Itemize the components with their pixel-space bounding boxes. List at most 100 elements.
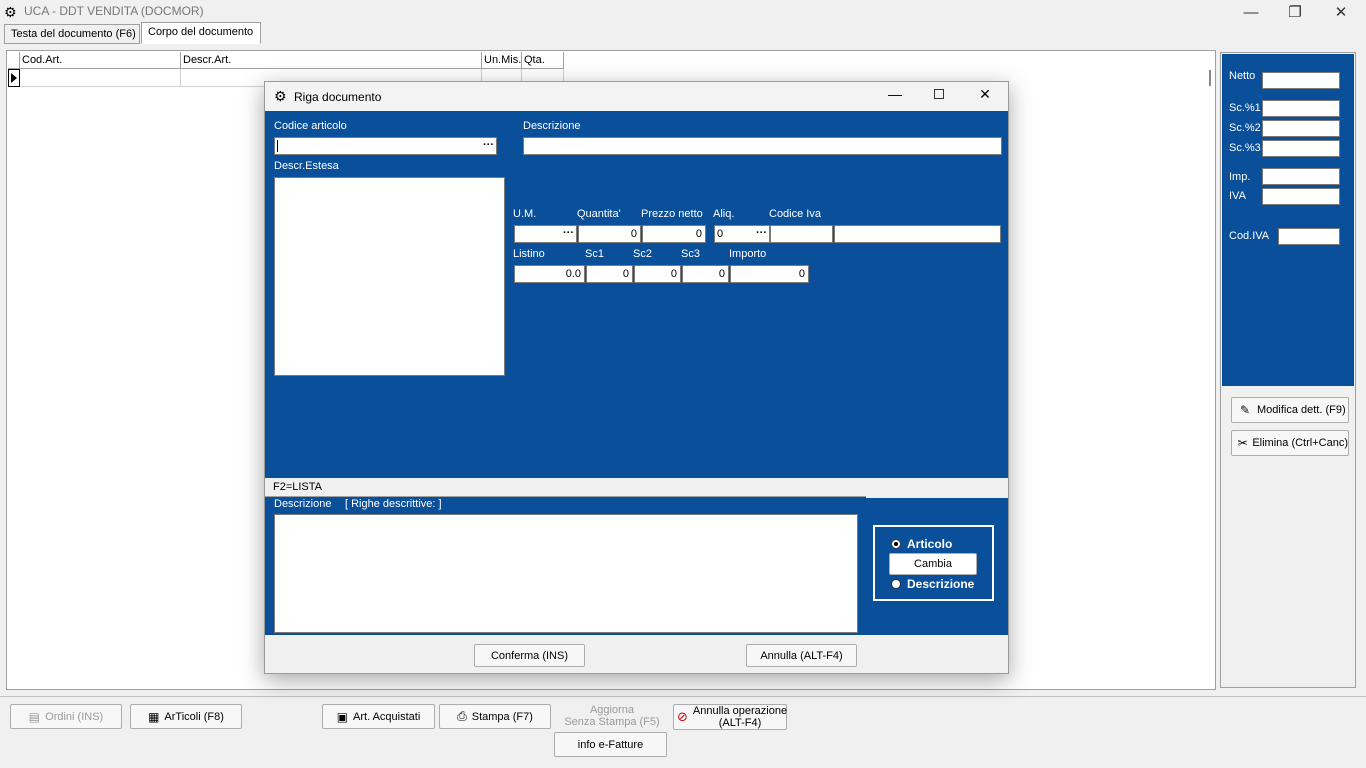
importo-label: Importo	[729, 248, 767, 260]
articles-icon: ▦	[148, 709, 160, 724]
printer-icon: ⎙	[457, 709, 467, 723]
modifica-dett-label: Modifica dett. (F9)	[1257, 404, 1346, 416]
minimize-button[interactable]: —	[1228, 0, 1274, 24]
grid-scrollbar[interactable]	[1209, 70, 1211, 86]
col-header-un-mis[interactable]: Un.Mis.	[482, 52, 522, 69]
main-title-bar	[0, 0, 1366, 24]
imp-label: Imp.	[1229, 171, 1251, 183]
sc3-input[interactable]: 0	[682, 265, 729, 283]
tab-corpo-documento[interactable]: Corpo del documento	[141, 22, 261, 44]
aggiorna-senza-stampa-button[interactable]: Aggiorna Senza Stampa (F5)	[556, 704, 668, 730]
aliq-lookup-button[interactable]: ···	[756, 227, 767, 239]
grid-header: Cod.Art. Descr.Art. Un.Mis. Qta.	[8, 52, 564, 69]
restore-button[interactable]: ❐	[1272, 0, 1318, 24]
dialog-close-button[interactable]: ✕	[975, 86, 995, 106]
conferma-button[interactable]: Conferma (INS)	[474, 644, 585, 667]
iva-field[interactable]	[1262, 188, 1340, 205]
window-title: UCA - DDT VENDITA (DOCMOR)	[24, 4, 204, 18]
radio-descrizione-icon	[891, 579, 901, 589]
edit-document-icon: ✎	[1239, 403, 1251, 417]
sc2-field[interactable]	[1262, 120, 1340, 137]
descr-estesa-textarea[interactable]	[274, 177, 505, 376]
codice-iva-label: Codice Iva	[769, 208, 821, 220]
row-selector[interactable]	[8, 69, 20, 87]
descrizione-label: Descrizione	[523, 120, 581, 132]
annulla-operazione-line1: Annulla operazione	[692, 705, 788, 717]
prezzo-netto-input[interactable]: 0	[642, 225, 706, 243]
delete-document-icon: ✂	[1237, 436, 1248, 450]
purchased-items-icon: ▣	[336, 709, 349, 724]
art-acquistati-button[interactable]: ▣ Art. Acquistati	[322, 704, 435, 729]
aggiorna-line1: Aggiorna	[589, 704, 635, 716]
quantita-label: Quantita'	[577, 208, 621, 220]
descrizione-input[interactable]	[523, 137, 1002, 155]
dialog-minimize-button[interactable]: —	[885, 86, 905, 106]
modifica-dett-button[interactable]: ✎ Modifica dett. (F9)	[1231, 397, 1349, 423]
close-button[interactable]: ✕	[1318, 0, 1364, 24]
sc2-dialog-label: Sc2	[633, 248, 652, 260]
ordini-button[interactable]: ▤ Ordini (INS)	[10, 704, 122, 729]
sc3-dialog-label: Sc3	[681, 248, 700, 260]
cell-cod-art[interactable]	[20, 69, 181, 87]
aliq-value: 0	[717, 228, 724, 240]
descr-estesa-label: Descr.Estesa	[274, 160, 339, 172]
sc2-label: Sc.%2	[1229, 122, 1261, 134]
col-header-qta[interactable]: Qta.	[522, 52, 564, 69]
radio-articolo[interactable]: Articolo	[891, 537, 952, 551]
codice-articolo-lookup-button[interactable]: ···	[483, 139, 494, 151]
listino-input[interactable]: 0.0	[514, 265, 585, 283]
radio-articolo-icon	[891, 539, 901, 549]
um-lookup-button[interactable]: ···	[563, 227, 574, 239]
app-gear-icon: ⚙	[4, 4, 17, 20]
stampa-label: Stampa (F7)	[471, 710, 533, 723]
tab-testa-documento[interactable]: Testa del documento (F6)	[4, 24, 140, 44]
info-efatture-button[interactable]: info e-Fatture	[554, 732, 667, 757]
text-cursor	[277, 140, 278, 152]
codice-iva-description[interactable]	[834, 225, 1001, 243]
sc1-label: Sc.%1	[1229, 102, 1261, 114]
cancel-operation-icon: ⊘	[677, 709, 688, 724]
prezzo-netto-label: Prezzo netto	[641, 208, 703, 220]
cambia-button[interactable]: Cambia	[889, 553, 977, 575]
col-header-descr-art[interactable]: Descr.Art.	[181, 52, 482, 69]
elimina-label: Elimina (Ctrl+Canc)	[1252, 437, 1348, 449]
annulla-button[interactable]: Annulla (ALT-F4)	[746, 644, 857, 667]
sc2-input[interactable]: 0	[634, 265, 681, 283]
sc1-field[interactable]	[1262, 100, 1340, 117]
articoli-button[interactable]: ▦ ArTicoli (F8)	[130, 704, 242, 729]
codice-iva-input[interactable]	[770, 225, 833, 243]
um-input[interactable]: ···	[514, 225, 577, 243]
importo-input[interactable]: 0	[730, 265, 809, 283]
col-header-cod-art[interactable]: Cod.Art.	[20, 52, 181, 69]
dialog-gear-icon: ⚙	[274, 88, 287, 104]
grid-corner	[8, 52, 20, 69]
iva-label: IVA	[1229, 190, 1246, 202]
riga-documento-dialog: ⚙ Riga documento — ✕ Codice articolo ···…	[264, 81, 1009, 674]
sc1-input[interactable]: 0	[586, 265, 633, 283]
imp-field[interactable]	[1262, 168, 1340, 185]
radio-articolo-label: Articolo	[907, 537, 953, 551]
quantita-input[interactable]: 0	[578, 225, 641, 243]
codice-articolo-input[interactable]: ···	[274, 137, 497, 155]
ordini-label: Ordini (INS)	[45, 710, 104, 723]
stampa-button[interactable]: ⎙ Stampa (F7)	[439, 704, 551, 729]
radio-descrizione-label: Descrizione	[907, 577, 975, 591]
maximize-icon	[934, 89, 944, 99]
righe-descrittive-textarea[interactable]	[274, 514, 858, 633]
aggiorna-line2: Senza Stampa (F5)	[564, 716, 660, 728]
aliq-input[interactable]: 0 ···	[714, 225, 770, 243]
righe-descrittive-label: [ Righe descrittive: ]	[345, 498, 442, 510]
annulla-operazione-button[interactable]: ⊘ Annulla operazione (ALT-F4)	[673, 704, 787, 730]
sc3-field[interactable]	[1262, 140, 1340, 157]
um-label: U.M.	[513, 208, 537, 220]
cod-iva-field[interactable]	[1278, 228, 1340, 245]
descrizione-righe-label: Descrizione	[274, 498, 332, 510]
radio-descrizione[interactable]: Descrizione	[891, 577, 974, 591]
panel-gap	[866, 495, 1008, 498]
orders-icon: ▤	[28, 709, 41, 724]
elimina-button[interactable]: ✂ Elimina (Ctrl+Canc)	[1231, 430, 1349, 456]
netto-field[interactable]	[1262, 72, 1340, 89]
cod-iva-label: Cod.IVA	[1229, 230, 1270, 242]
row-pointer-icon	[11, 73, 17, 83]
dialog-maximize-button[interactable]	[929, 86, 949, 106]
